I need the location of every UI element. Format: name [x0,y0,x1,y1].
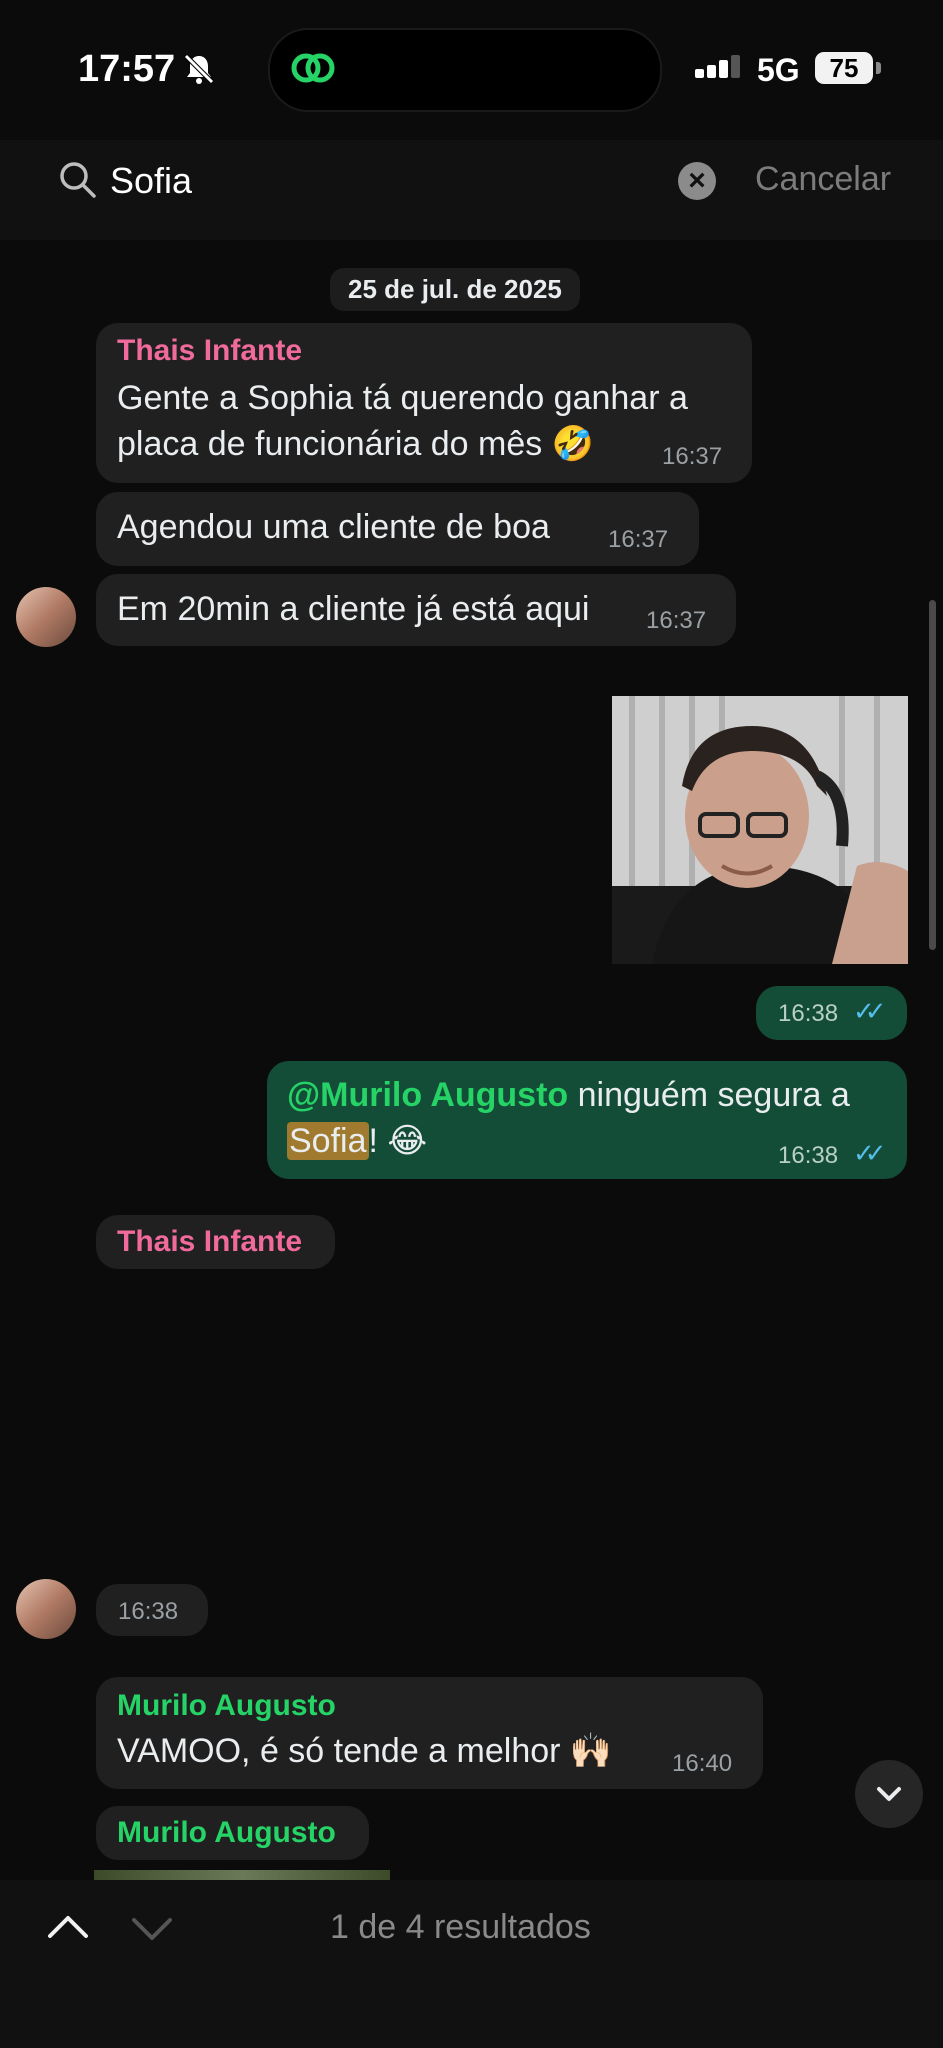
search-icon [60,162,96,198]
message-time: 16:37 [662,443,723,470]
message-text-part: ! 😂 [368,1122,428,1160]
search-highlight: Sofia [287,1122,369,1160]
search-input[interactable]: Sofia [110,160,192,202]
signal-icon [695,55,740,78]
sender-name: Murilo Augusto [117,1689,336,1722]
mention-prefix: @ [287,1076,321,1114]
cancel-button[interactable]: Cancelar [755,160,891,199]
date-chip: 25 de jul. de 2025 [330,268,580,311]
mention-name[interactable]: Murilo Augusto [320,1076,568,1114]
message-time: 16:40 [672,1750,733,1777]
avatar[interactable] [16,1579,76,1639]
message-text: Sofia! 😂 [287,1118,427,1164]
scrollbar[interactable] [929,600,936,950]
message-text: placa de funcionária do mês 🤣 [117,425,595,463]
message-time: 16:38 [778,1000,839,1027]
avatar[interactable] [16,587,76,647]
clear-search-icon[interactable]: × [678,162,716,200]
message-text: Em 20min a cliente já está aqui [117,590,590,628]
read-ticks-icon: ✓✓ [853,996,886,1026]
results-count: 1 de 4 resultados [330,1908,591,1946]
chevron-down-icon[interactable] [128,1904,176,1952]
link-activity-icon [291,53,335,83]
sender-name: Thais Infante [117,334,303,367]
message-text-part: ninguém segura a [568,1076,850,1114]
scroll-down-button[interactable] [855,1760,923,1828]
sender-name: Thais Infante [117,1225,303,1258]
message-time: 16:38 [778,1142,839,1169]
message-text: Agendou uma cliente de boa [117,508,550,546]
bell-muted-icon [184,54,214,84]
read-ticks-icon: ✓✓ [853,1138,886,1168]
status-time: 17:57 [78,48,176,90]
sender-name: Murilo Augusto [117,1816,336,1849]
message-time: 16:37 [608,526,669,553]
chevron-up-icon[interactable] [44,1904,92,1952]
message-text: VAMOO, é só tende a melhor 🙌🏻 [117,1732,613,1770]
message-time: 16:37 [646,607,707,634]
message-text: @Murilo Augusto ninguém segura a [287,1072,850,1118]
chevron-down-icon [877,1787,901,1801]
battery-tip [876,62,881,74]
battery-level: 75 [815,52,873,84]
sticker-image[interactable] [612,696,908,964]
message-text: Gente a Sophia tá querendo ganhar a [117,379,688,417]
network-type: 5G [757,52,800,88]
message-time: 16:38 [118,1598,179,1625]
